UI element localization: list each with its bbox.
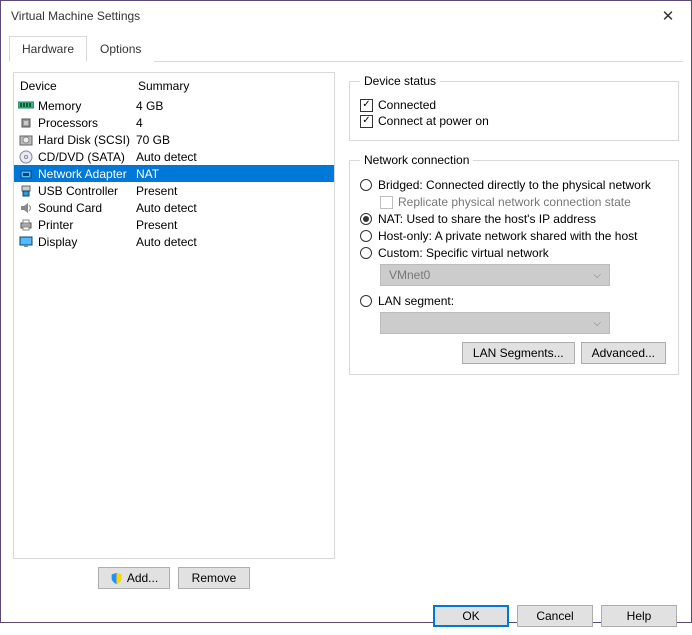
lan-segments-button[interactable]: LAN Segments...: [462, 342, 575, 364]
device-list: Device Summary Memory4 GBProcessors4Hard…: [13, 72, 335, 559]
checkbox-icon: [380, 196, 393, 209]
radio-icon: [360, 179, 372, 191]
custom-value: VMnet0: [389, 268, 430, 282]
nat-label: NAT: Used to share the host's IP address: [378, 212, 596, 226]
cancel-button[interactable]: Cancel: [517, 605, 593, 627]
device-row-sound[interactable]: Sound CardAuto detect: [14, 199, 334, 216]
device-row-display[interactable]: DisplayAuto detect: [14, 233, 334, 250]
lan-segment-dropdown: ⌵: [380, 312, 610, 334]
network-connection-group: Network connection Bridged: Connected di…: [349, 153, 679, 375]
radio-icon: [360, 230, 372, 242]
add-label: Add...: [127, 571, 158, 585]
lan-label: LAN segment:: [378, 294, 454, 308]
device-summary: Auto detect: [136, 235, 330, 249]
add-button[interactable]: Add...: [98, 567, 170, 589]
radio-icon: [360, 247, 372, 259]
device-row-hdd[interactable]: Hard Disk (SCSI)70 GB: [14, 131, 334, 148]
device-row-usb[interactable]: USB ControllerPresent: [14, 182, 334, 199]
device-summary: Present: [136, 184, 330, 198]
display-icon: [18, 234, 34, 250]
device-row-printer[interactable]: PrinterPresent: [14, 216, 334, 233]
titlebar: Virtual Machine Settings ✕: [1, 1, 691, 31]
custom-label: Custom: Specific virtual network: [378, 246, 549, 260]
connected-checkbox[interactable]: ✓ Connected: [360, 98, 668, 112]
connected-label: Connected: [378, 98, 436, 112]
device-summary: Present: [136, 218, 330, 232]
radio-bridged[interactable]: Bridged: Connected directly to the physi…: [360, 178, 668, 192]
replicate-label: Replicate physical network connection st…: [398, 195, 631, 209]
device-summary: Auto detect: [136, 150, 330, 164]
checkbox-icon: ✓: [360, 99, 373, 112]
network-legend: Network connection: [360, 153, 473, 167]
device-status-legend: Device status: [360, 74, 440, 88]
device-name: Network Adapter: [38, 167, 136, 181]
device-status-group: Device status ✓ Connected ✓ Connect at p…: [349, 74, 679, 141]
tab-hardware[interactable]: Hardware: [9, 36, 87, 62]
device-name: Display: [38, 235, 136, 249]
hostonly-label: Host-only: A private network shared with…: [378, 229, 637, 243]
cd-icon: [18, 149, 34, 165]
tabs: Hardware Options: [9, 35, 683, 62]
close-button[interactable]: ✕: [645, 1, 691, 31]
window-title: Virtual Machine Settings: [11, 9, 645, 23]
device-summary: NAT: [136, 167, 330, 181]
chevron-down-icon: ⌵: [593, 270, 601, 281]
connect-poweron-checkbox[interactable]: ✓ Connect at power on: [360, 114, 668, 128]
radio-custom[interactable]: Custom: Specific virtual network: [360, 246, 668, 260]
device-name: Sound Card: [38, 201, 136, 215]
bridged-label: Bridged: Connected directly to the physi…: [378, 178, 651, 192]
custom-network-dropdown: VMnet0 ⌵: [380, 264, 610, 286]
device-row-net[interactable]: Network AdapterNAT: [14, 165, 334, 182]
device-row-memory[interactable]: Memory4 GB: [14, 97, 334, 114]
hdd-icon: [18, 132, 34, 148]
device-name: Processors: [38, 116, 136, 130]
column-device[interactable]: Device: [20, 79, 138, 93]
device-name: USB Controller: [38, 184, 136, 198]
printer-icon: [18, 217, 34, 233]
checkbox-icon: ✓: [360, 115, 373, 128]
advanced-button[interactable]: Advanced...: [581, 342, 666, 364]
chevron-down-icon: ⌵: [593, 318, 601, 329]
device-summary: Auto detect: [136, 201, 330, 215]
usb-icon: [18, 183, 34, 199]
device-row-cpu[interactable]: Processors4: [14, 114, 334, 131]
replicate-checkbox: Replicate physical network connection st…: [380, 195, 668, 209]
device-summary: 70 GB: [136, 133, 330, 147]
connect-poweron-label: Connect at power on: [378, 114, 489, 128]
column-summary[interactable]: Summary: [138, 79, 328, 93]
device-summary: 4: [136, 116, 330, 130]
device-name: CD/DVD (SATA): [38, 150, 136, 164]
device-name: Hard Disk (SCSI): [38, 133, 136, 147]
radio-lan[interactable]: LAN segment:: [360, 294, 668, 308]
net-icon: [18, 166, 34, 182]
ok-button[interactable]: OK: [433, 605, 509, 627]
help-button[interactable]: Help: [601, 605, 677, 627]
device-row-cd[interactable]: CD/DVD (SATA)Auto detect: [14, 148, 334, 165]
device-name: Memory: [38, 99, 136, 113]
radio-hostonly[interactable]: Host-only: A private network shared with…: [360, 229, 668, 243]
device-name: Printer: [38, 218, 136, 232]
device-summary: 4 GB: [136, 99, 330, 113]
radio-icon: [360, 213, 372, 225]
shield-icon: [110, 572, 123, 585]
memory-icon: [18, 98, 34, 114]
radio-icon: [360, 295, 372, 307]
radio-nat[interactable]: NAT: Used to share the host's IP address: [360, 212, 668, 226]
remove-button[interactable]: Remove: [178, 567, 250, 589]
sound-icon: [18, 200, 34, 216]
cpu-icon: [18, 115, 34, 131]
tab-options[interactable]: Options: [87, 36, 154, 62]
